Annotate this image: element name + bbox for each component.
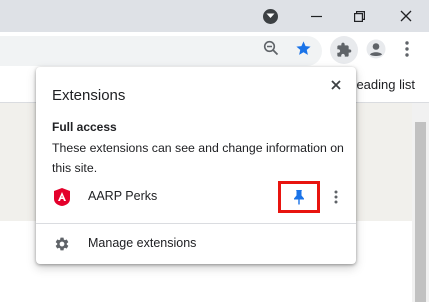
bookmark-star-button[interactable] [292, 37, 314, 59]
section-title: Full access [52, 120, 117, 134]
chevron-down-icon [262, 8, 278, 24]
aarp-icon [54, 188, 70, 206]
extension-more-button[interactable] [328, 187, 344, 207]
more-vert-icon [334, 190, 338, 204]
more-vert-icon [405, 41, 409, 57]
restore-icon [353, 10, 365, 22]
tab-search-button[interactable] [258, 0, 282, 32]
pin-extension-button[interactable] [278, 181, 320, 213]
puzzle-icon [337, 42, 352, 57]
star-icon [295, 40, 311, 55]
window-close-button[interactable] [384, 0, 428, 32]
minimize-icon [310, 15, 322, 17]
extension-name: AARP Perks [88, 189, 158, 203]
divider [36, 223, 356, 224]
avatar-icon [366, 39, 386, 59]
close-icon [400, 10, 412, 22]
profile-button[interactable] [364, 37, 388, 61]
zoom-button[interactable] [260, 37, 282, 59]
manage-extensions-label: Manage extensions [88, 236, 197, 250]
popup-close-button[interactable] [326, 75, 346, 95]
extensions-button[interactable] [330, 36, 358, 64]
restore-button[interactable] [340, 0, 378, 32]
scrollbar-thumb[interactable] [415, 122, 426, 302]
close-icon [331, 80, 341, 90]
extensions-popup: Extensions Full access These extensions … [36, 67, 356, 264]
manage-extensions-button[interactable]: Manage extensions [36, 230, 356, 258]
reading-list-button[interactable]: Reading list [347, 77, 415, 92]
pin-icon [294, 190, 304, 205]
extension-row[interactable]: AARP Perks [36, 179, 356, 215]
gear-icon [54, 236, 70, 252]
zoom-out-icon [263, 40, 279, 56]
section-description: These extensions can see and change info… [52, 141, 344, 175]
minimize-button[interactable] [297, 0, 335, 32]
chrome-menu-button[interactable] [398, 37, 416, 61]
popup-title: Extensions [52, 87, 126, 104]
